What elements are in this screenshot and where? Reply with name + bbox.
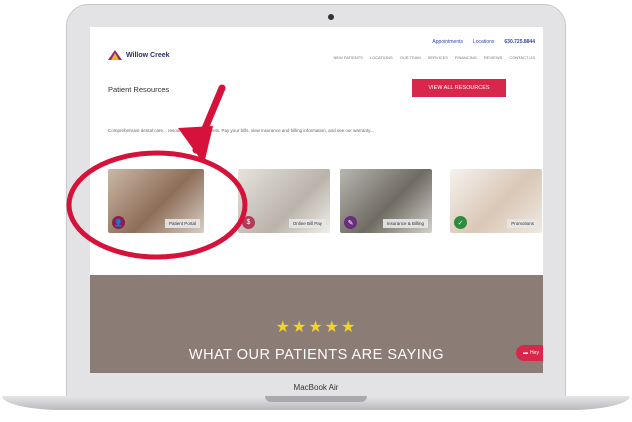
nav-item[interactable]: CONTACT US [509,55,535,60]
testimonials-heading: WHAT OUR PATIENTS ARE SAYING [188,347,445,363]
nav-item[interactable]: REVIEWS [484,55,502,60]
card-label: Insurance & Billing [382,219,428,228]
utility-nav: Appointments Locations 630.725.8844 [432,39,535,45]
chat-icon: ▬ [523,350,529,356]
resource-cards: 👤 Patient Portal $ Online Bill Pay ✎ Ins… [108,169,543,235]
logo-icon [108,50,122,60]
device-brand-label: MacBook Air [293,383,339,392]
nav-item[interactable]: LOCATIONS [370,55,393,60]
card-insurance-billing[interactable]: ✎ Insurance & Billing [340,169,432,233]
site-logo[interactable]: Willow Creek [108,50,170,60]
nav-item[interactable]: SERVICES [428,55,448,60]
card-patient-portal[interactable]: 👤 Patient Portal [108,169,204,233]
insurance-icon: ✎ [344,216,357,229]
nav-item[interactable]: OUR TEAM [400,55,421,60]
chat-label: Hey [530,350,539,356]
nav-item[interactable]: FINANCING [455,55,477,60]
billpay-icon: $ [242,216,255,229]
laptop-notch [265,396,367,402]
intro-text: Comprehensive dental care... resources f… [108,128,374,133]
page-title: Patient Resources [108,85,170,94]
card-online-bill-pay[interactable]: $ Online Bill Pay [238,169,330,233]
main-nav: NEW PATIENTS LOCATIONS OUR TEAM SERVICES… [333,55,535,60]
view-all-resources-button[interactable]: VIEW ALL RESOURCES [412,79,506,97]
rating-stars: ★★★★★ [275,319,358,336]
card-promotions[interactable]: ✓ Promotions [450,169,542,233]
locations-link[interactable]: Locations [473,39,494,45]
phone-link[interactable]: 630.725.8844 [504,39,535,45]
chat-button[interactable]: ▬ Hey [516,345,543,361]
card-label: Online Bill Pay [288,219,326,228]
card-label: Promotions [507,219,538,228]
appointments-link[interactable]: Appointments [432,39,463,45]
website-screen: Willow Creek Appointments Locations 630.… [90,27,543,373]
nav-item[interactable]: NEW PATIENTS [333,55,362,60]
camera-dot [328,14,334,20]
portal-icon: 👤 [112,216,125,229]
logo-text: Willow Creek [126,51,170,59]
card-label: Patient Portal [164,219,200,228]
promotions-icon: ✓ [454,216,467,229]
